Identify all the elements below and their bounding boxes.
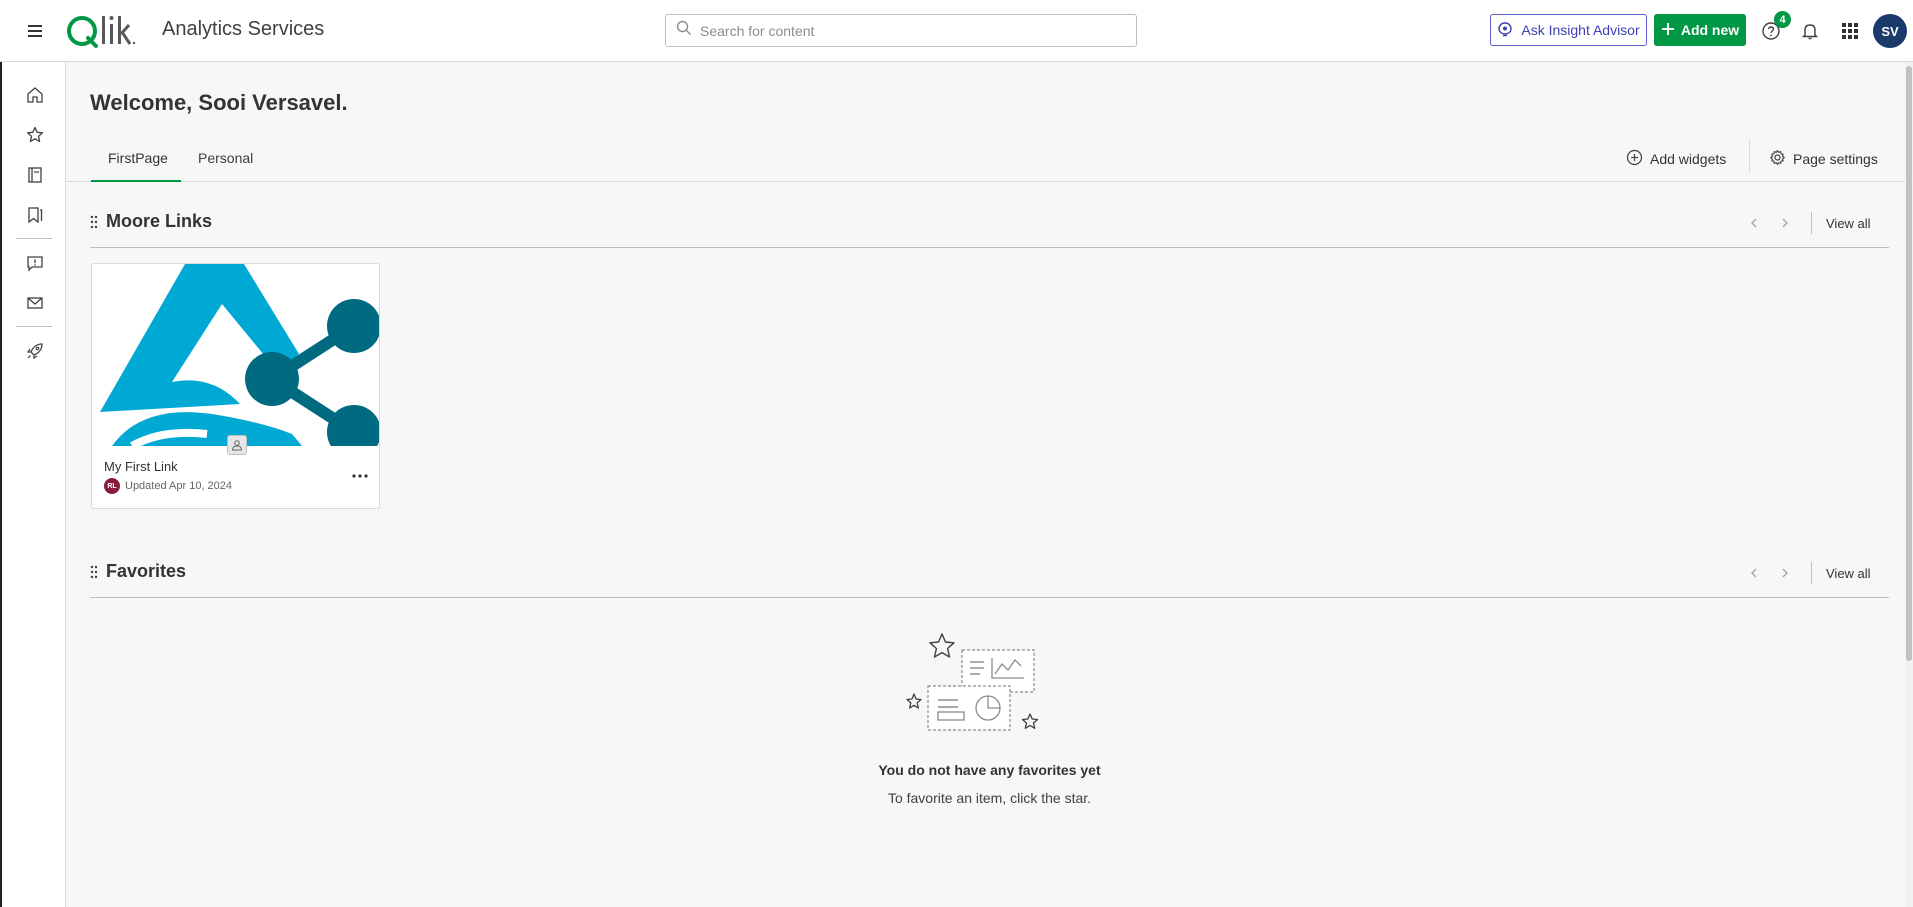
add-new-button[interactable]: Add new xyxy=(1654,14,1746,46)
welcome-title: Welcome, Sooi Versavel. xyxy=(90,90,348,115)
apps-grid-icon[interactable] xyxy=(1837,18,1863,44)
view-all-divider xyxy=(1811,562,1812,584)
chevron-left-icon[interactable] xyxy=(1743,212,1765,234)
search-input[interactable] xyxy=(700,22,1120,39)
user-icon xyxy=(227,435,247,455)
add-widgets-button[interactable]: Add widgets xyxy=(1626,147,1726,171)
view-all-divider xyxy=(1811,212,1812,234)
owner-avatar: RL xyxy=(104,478,120,494)
tab-firstpage[interactable]: FirstPage xyxy=(91,148,181,182)
top-bar: Analytics Services Ask Insight Advisor A… xyxy=(0,0,1913,62)
rail-divider xyxy=(16,326,52,327)
gear-icon xyxy=(1769,149,1786,169)
rocket-icon[interactable] xyxy=(22,338,48,364)
search-box[interactable] xyxy=(665,14,1137,47)
more-options-icon[interactable] xyxy=(348,466,372,486)
empty-favorites-illustration xyxy=(902,632,1072,752)
page-scrollbar[interactable] xyxy=(1905,62,1913,907)
header-divider xyxy=(1749,140,1750,172)
page-settings-label: Page settings xyxy=(1793,151,1878,167)
chevron-left-icon[interactable] xyxy=(1743,562,1765,584)
catalog-icon[interactable] xyxy=(22,162,48,188)
feedback-icon[interactable] xyxy=(22,250,48,276)
ask-insight-advisor-button[interactable]: Ask Insight Advisor xyxy=(1490,14,1647,46)
section-title: Favorites xyxy=(106,561,187,581)
bell-icon[interactable] xyxy=(1797,18,1823,44)
page-header: Welcome, Sooi Versavel. FirstPage Person… xyxy=(66,62,1913,182)
chevron-right-icon[interactable] xyxy=(1774,212,1796,234)
collections-icon[interactable] xyxy=(22,202,48,228)
drag-handle-icon[interactable] xyxy=(90,565,98,579)
add-widgets-label: Add widgets xyxy=(1650,151,1727,167)
section-title: Moore Links xyxy=(106,211,213,231)
updated-date: Updated Apr 10, 2024 xyxy=(125,480,233,492)
star-icon[interactable] xyxy=(22,122,48,148)
scrollbar-thumb[interactable] xyxy=(1906,66,1912,661)
chevron-right-icon[interactable] xyxy=(1774,562,1796,584)
mail-icon[interactable] xyxy=(22,290,48,316)
search-icon xyxy=(676,20,692,41)
tab-personal[interactable]: Personal xyxy=(181,148,270,182)
link-card[interactable]: My First Link RL Updated Apr 10, 2024 xyxy=(91,263,380,509)
home-icon[interactable] xyxy=(22,82,48,108)
notification-badge: 4 xyxy=(1774,11,1791,28)
app-title: Analytics Services xyxy=(162,18,325,40)
empty-favorites-title: You do not have any favorites yet xyxy=(878,762,1101,778)
plus-circle-icon xyxy=(1626,149,1643,169)
view-all-link[interactable]: View all xyxy=(1826,566,1871,581)
plus-icon xyxy=(1661,22,1675,39)
section-moore-links: Moore Links xyxy=(90,211,212,232)
left-nav-rail xyxy=(0,62,66,907)
view-all-link[interactable]: View all xyxy=(1826,216,1871,231)
ask-insight-advisor-label: Ask Insight Advisor xyxy=(1521,22,1640,38)
drag-handle-icon[interactable] xyxy=(90,215,98,229)
qlik-logo[interactable] xyxy=(66,12,138,50)
card-thumbnail xyxy=(92,264,379,446)
main-content: Welcome, Sooi Versavel. FirstPage Person… xyxy=(66,62,1913,907)
user-avatar[interactable]: SV xyxy=(1873,14,1907,48)
card-meta: RL Updated Apr 10, 2024 xyxy=(104,478,232,494)
add-new-label: Add new xyxy=(1680,22,1740,38)
insight-advisor-icon xyxy=(1497,21,1513,40)
rail-divider xyxy=(16,238,52,239)
menu-icon[interactable] xyxy=(22,18,48,44)
page-settings-button[interactable]: Page settings xyxy=(1769,147,1878,171)
section-favorites: Favorites xyxy=(90,561,186,582)
section-divider xyxy=(90,247,1889,248)
empty-favorites-subtitle: To favorite an item, click the star. xyxy=(887,790,1092,806)
section-divider xyxy=(90,597,1889,598)
card-title: My First Link xyxy=(104,459,178,474)
